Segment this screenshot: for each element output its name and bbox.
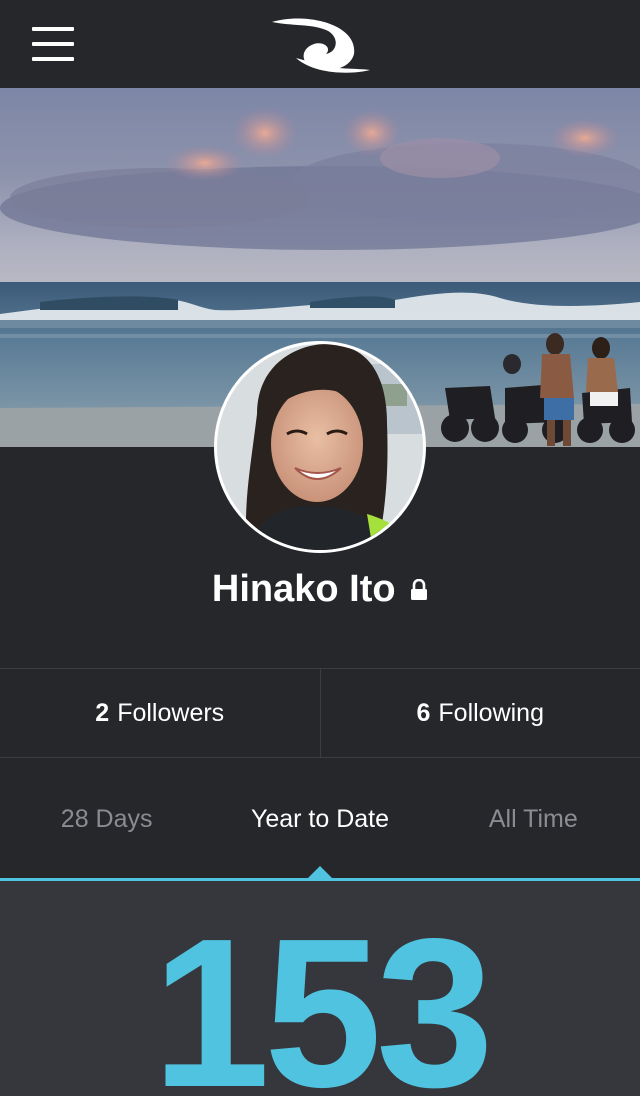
followers-button[interactable]: 2 Followers — [0, 669, 320, 757]
top-nav-bar — [0, 0, 640, 88]
avatar[interactable] — [214, 341, 426, 553]
period-tabs: 28 Days Year to Date All Time — [0, 760, 640, 878]
wave-logo[interactable] — [266, 14, 374, 74]
profile-screen: Hinako Ito 2 Followers 6 Following 28 Da… — [0, 0, 640, 1096]
profile-name: Hinako Ito — [211, 568, 396, 610]
tab-all-time[interactable]: All Time — [427, 760, 640, 878]
lock-icon — [411, 579, 428, 600]
hamburger-menu-icon[interactable] — [24, 18, 82, 70]
following-button[interactable]: 6 Following — [319, 669, 640, 757]
following-count: 6 — [416, 698, 431, 727]
follow-stats: 2 Followers 6 Following — [0, 668, 640, 758]
followers-count: 2 — [95, 698, 110, 727]
profile-name-row: Hinako Ito — [0, 562, 640, 616]
following-label: Following — [438, 698, 544, 727]
followers-label: Followers — [117, 698, 225, 727]
tab-year-to-date[interactable]: Year to Date — [213, 760, 426, 878]
stat-value: 153 — [152, 894, 494, 1096]
tab-28-days[interactable]: 28 Days — [0, 760, 213, 878]
stat-panel: 153 — [0, 881, 640, 1096]
